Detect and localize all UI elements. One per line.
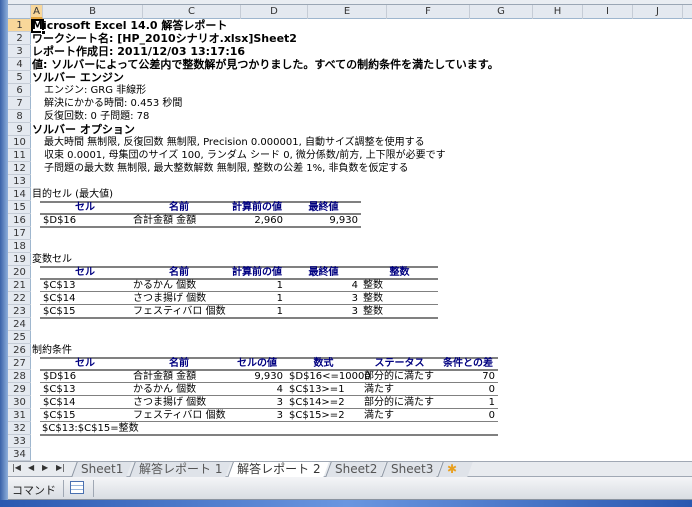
- row-header-18[interactable]: 18: [8, 240, 31, 253]
- row-header-5[interactable]: 5: [8, 71, 31, 84]
- row-header-26[interactable]: 26: [8, 344, 31, 357]
- objective-row-border: [40, 226, 361, 228]
- select-all-button[interactable]: [8, 5, 31, 19]
- options-line-2: 収束 0.0001, 母集団のサイズ 100, ランダム シード 0, 微分係数…: [44, 150, 446, 161]
- status-bar: コマンド: [8, 477, 692, 500]
- row-header-27[interactable]: 27: [8, 357, 31, 370]
- row-header-31[interactable]: 31: [8, 409, 31, 422]
- normal-view-icon[interactable]: [70, 481, 84, 494]
- next-sheet-icon[interactable]: ▶: [42, 463, 48, 472]
- worksheet-grid[interactable]: Microsoft Excel 14.0 解答レポート ワークシート名: [HP…: [31, 19, 692, 461]
- insert-sheet-button[interactable]: ✱: [437, 462, 473, 477]
- prev-sheet-icon[interactable]: ◀: [28, 463, 34, 472]
- row-header-6[interactable]: 6: [8, 84, 31, 97]
- row-header-1[interactable]: 1: [8, 19, 31, 32]
- divider: [63, 480, 64, 497]
- row-header-28[interactable]: 28: [8, 370, 31, 383]
- divider: [93, 480, 94, 497]
- taskbar-edge: [0, 500, 692, 507]
- row-header-19[interactable]: 19: [8, 253, 31, 266]
- constraints-label: 制約条件: [32, 345, 72, 356]
- variables-row-border: [40, 317, 438, 319]
- options-heading: ソルバー オプション: [32, 123, 135, 136]
- command-label: コマンド: [12, 484, 56, 497]
- row-header-16[interactable]: 16: [8, 214, 31, 227]
- window-frame: [0, 0, 8, 500]
- column-header-d[interactable]: D: [241, 5, 308, 19]
- result-message: 値: ソルバーによって公差内で整数解が見つかりました。すべての制約条件を満たして…: [32, 58, 499, 71]
- row-header-17[interactable]: 17: [8, 227, 31, 240]
- fill-handle[interactable]: [41, 30, 46, 35]
- column-header-i[interactable]: I: [583, 5, 633, 19]
- row-header-30[interactable]: 30: [8, 396, 31, 409]
- last-sheet-icon[interactable]: ▶|: [56, 463, 65, 472]
- tab-sheet3[interactable]: Sheet3: [381, 462, 443, 477]
- column-header-b[interactable]: B: [43, 5, 143, 19]
- constraints-row-border: [40, 421, 498, 422]
- row-header-23[interactable]: 23: [8, 305, 31, 318]
- row-header-32[interactable]: 32: [8, 422, 31, 435]
- objective-label: 目的セル (最大値): [32, 189, 113, 200]
- engine-text: エンジン: GRG 非線形: [44, 85, 147, 96]
- iterations-text: 反復回数: 0 子問題: 78: [44, 111, 150, 122]
- tab-report-2[interactable]: 解答レポート 2: [227, 462, 330, 478]
- row-header-2[interactable]: 2: [8, 32, 31, 45]
- row-header-9[interactable]: 9: [8, 123, 31, 136]
- row-header-34[interactable]: 34: [8, 448, 31, 461]
- row-header-29[interactable]: 29: [8, 383, 31, 396]
- row-header-14[interactable]: 14: [8, 188, 31, 201]
- time-text: 解決にかかる時間: 0.453 秒間: [44, 98, 183, 109]
- tab-sheet2[interactable]: Sheet2: [325, 462, 387, 477]
- row-header-33[interactable]: 33: [8, 435, 31, 448]
- column-header-a[interactable]: A: [31, 5, 43, 19]
- options-line-3: 子問題の最大数 無制限, 最大整数解数 無制限, 整数の公差 1%, 非負数を仮…: [44, 163, 409, 174]
- row-header-15[interactable]: 15: [8, 201, 31, 214]
- tab-report-1[interactable]: 解答レポート 1: [129, 462, 232, 477]
- row-header-3[interactable]: 3: [8, 45, 31, 58]
- sheet-tab-bar: |◀ ◀ ▶ ▶| Sheet1 解答レポート 1 解答レポート 2 Sheet…: [8, 461, 692, 478]
- variables-label: 変数セル: [32, 254, 72, 265]
- tab-sheet1[interactable]: Sheet1: [71, 462, 133, 477]
- column-header-h[interactable]: H: [533, 5, 583, 19]
- row-header-12[interactable]: 12: [8, 162, 31, 175]
- engine-heading: ソルバー エンジン: [32, 71, 124, 84]
- row-header-11[interactable]: 11: [8, 149, 31, 162]
- row-header-22[interactable]: 22: [8, 292, 31, 305]
- column-headers: ABCDEFGHIJ: [8, 5, 692, 19]
- column-header-f[interactable]: F: [387, 5, 470, 19]
- row-header-24[interactable]: 24: [8, 318, 31, 331]
- row-header-20[interactable]: 20: [8, 266, 31, 279]
- row-header-13[interactable]: 13: [8, 175, 31, 188]
- row-header-8[interactable]: 8: [8, 110, 31, 123]
- row-header-7[interactable]: 7: [8, 97, 31, 110]
- options-line-1: 最大時間 無制限, 反復回数 無制限, Precision 0.000001, …: [44, 137, 425, 148]
- worksheet-name: ワークシート名: [HP_2010シナリオ.xlsx]Sheet2: [32, 32, 297, 45]
- row-header-4[interactable]: 4: [8, 58, 31, 71]
- column-header-c[interactable]: C: [143, 5, 241, 19]
- row-header-21[interactable]: 21: [8, 279, 31, 292]
- column-header-g[interactable]: G: [470, 5, 533, 19]
- report-date: レポート作成日: 2011/12/03 13:17:16: [32, 45, 246, 58]
- first-sheet-icon[interactable]: |◀: [12, 463, 21, 472]
- new-sheet-icon: ✱: [447, 462, 458, 476]
- column-header-j[interactable]: J: [633, 5, 683, 19]
- column-header-e[interactable]: E: [308, 5, 387, 19]
- constraints-bottom-border: [40, 434, 498, 436]
- row-headers: 1 2 3 4 5 6 7 8 9 10 11 12 13 14 15 16 17 18 19 20 21 22 23 24 2…: [8, 19, 31, 461]
- row-header-10[interactable]: 10: [8, 136, 31, 149]
- row-header-25[interactable]: 25: [8, 331, 31, 344]
- report-title: Microsoft Excel 14.0 解答レポート: [32, 19, 228, 32]
